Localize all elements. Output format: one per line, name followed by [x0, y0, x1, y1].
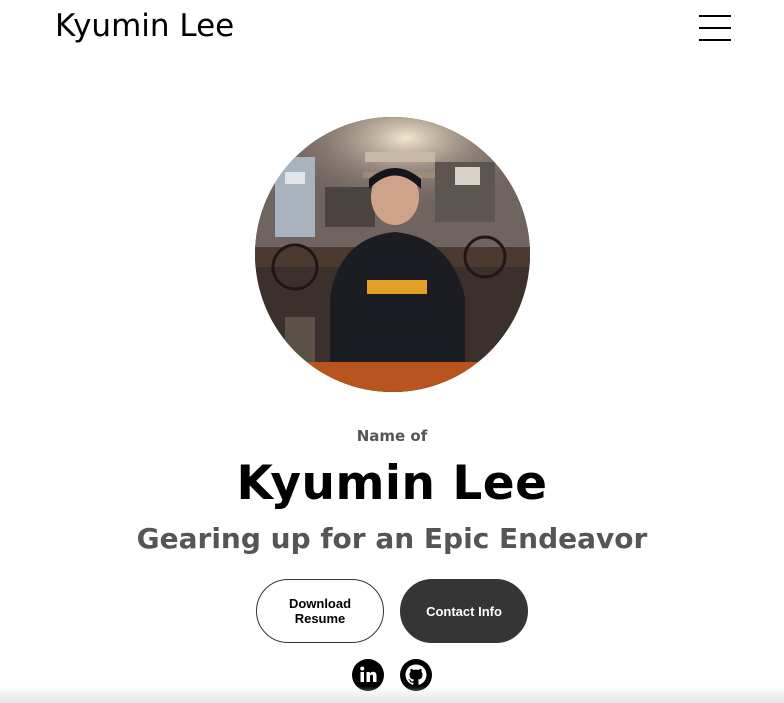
profile-photo [255, 117, 530, 392]
profile-photo-image [255, 117, 530, 392]
bottom-fade [0, 686, 784, 703]
contact-info-button[interactable]: Contact Info [400, 579, 528, 643]
page-title: Kyumin Lee [236, 456, 548, 511]
linkedin-icon-svg [352, 659, 384, 691]
download-resume-label-line1: Download [288, 596, 352, 611]
hamburger-menu-icon[interactable] [699, 15, 731, 41]
github-icon-svg [400, 659, 432, 691]
hamburger-line [699, 27, 731, 29]
download-resume-label: Download Resume [289, 596, 351, 626]
name-pretitle: Name of [356, 427, 428, 445]
top-navbar: Kyumin Lee [0, 0, 784, 60]
hamburger-line [699, 39, 731, 41]
site-logo[interactable]: Kyumin Lee [55, 8, 234, 44]
hamburger-line [699, 15, 731, 17]
download-resume-label-line2: Resume [294, 611, 346, 626]
github-icon[interactable] [400, 659, 432, 691]
download-resume-button[interactable]: Download Resume [256, 579, 384, 643]
linkedin-icon[interactable] [352, 659, 384, 691]
tagline: Gearing up for an Epic Endeavor [136, 522, 648, 555]
